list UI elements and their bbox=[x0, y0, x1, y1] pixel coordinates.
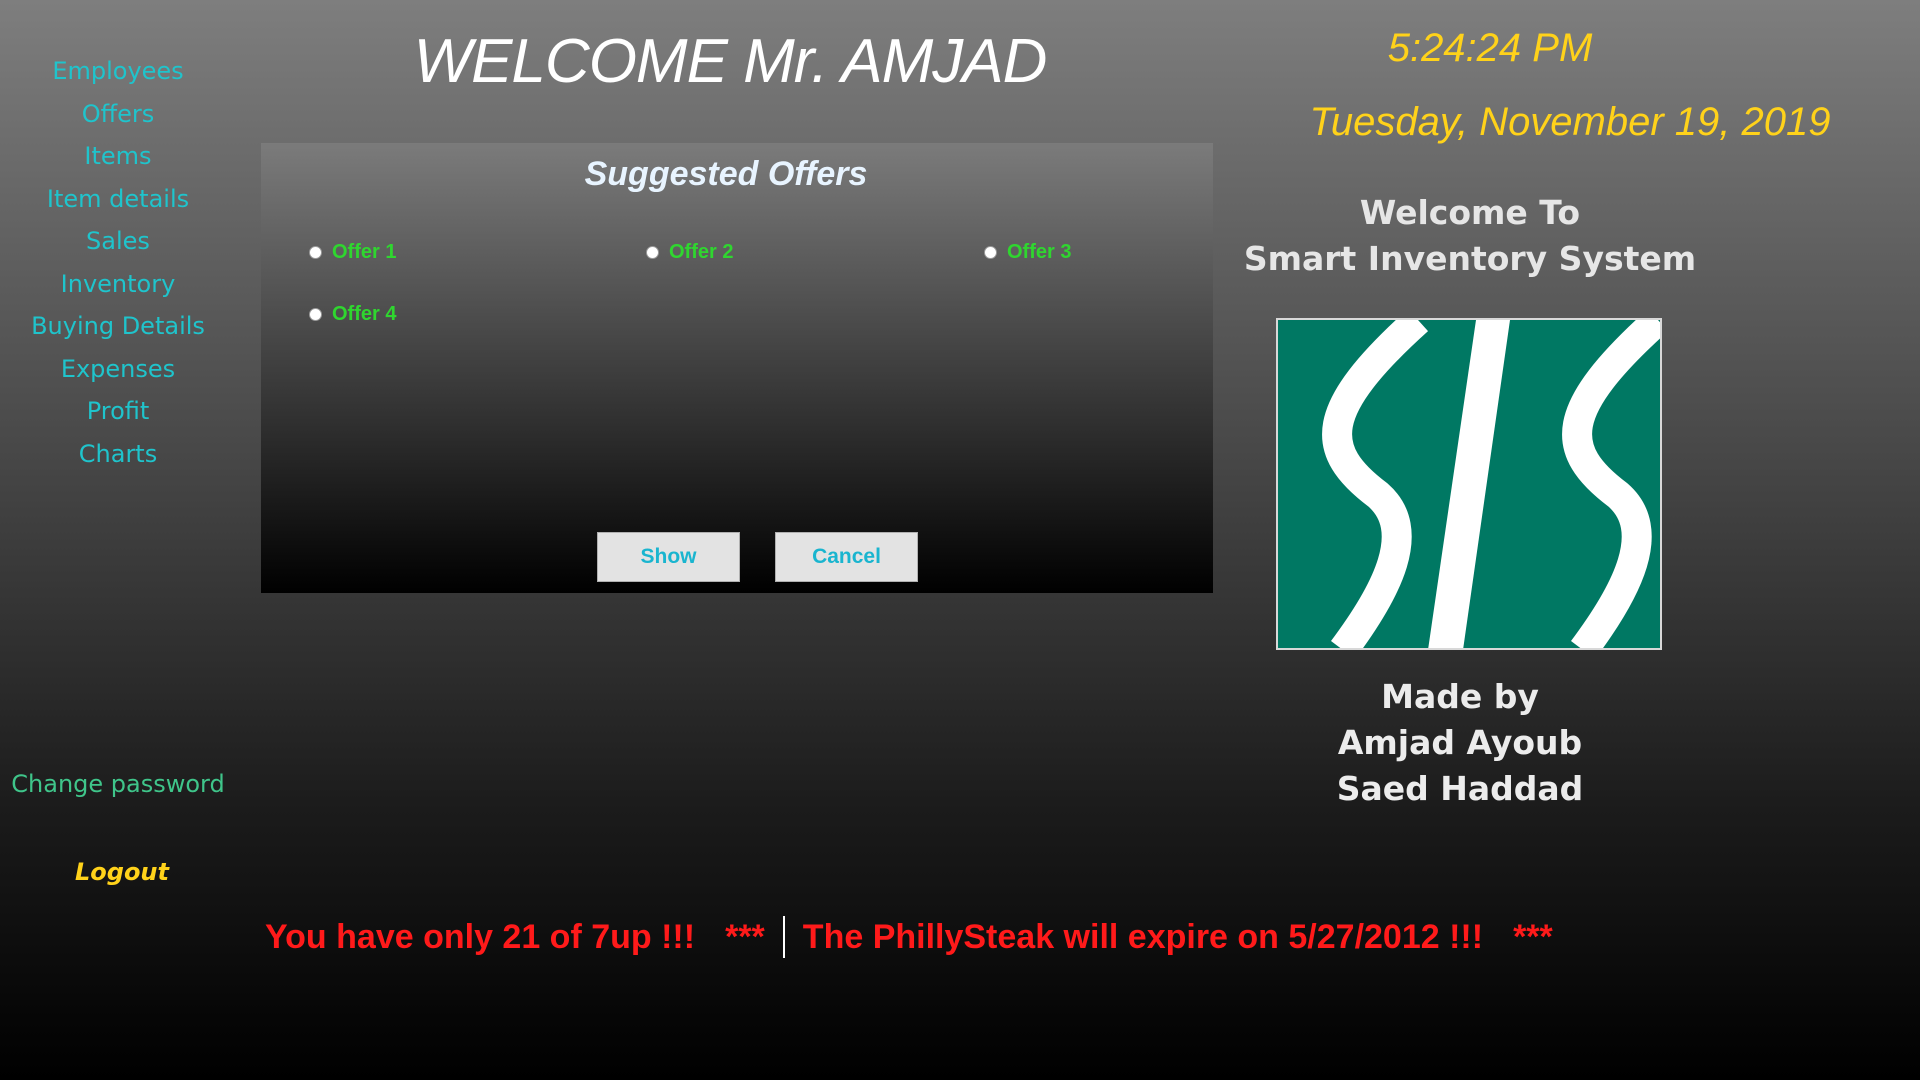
nav-profit[interactable]: Profit bbox=[0, 390, 236, 433]
offer-3-label[interactable]: Offer 3 bbox=[1007, 241, 1071, 264]
alert-ticker: You have only 21 of 7up !!! *** The Phil… bbox=[265, 914, 1553, 960]
ticker-stars-1: *** bbox=[725, 917, 765, 956]
nav-sales[interactable]: Sales bbox=[0, 220, 236, 263]
offer-1-radio[interactable]: Offer 1 bbox=[309, 241, 396, 264]
offer-2-label[interactable]: Offer 2 bbox=[669, 241, 733, 264]
ticker-stars-2: *** bbox=[1513, 917, 1553, 956]
nav-charts[interactable]: Charts bbox=[0, 433, 236, 476]
nav-offers[interactable]: Offers bbox=[0, 93, 236, 136]
change-password-link[interactable]: Change password bbox=[0, 770, 236, 798]
cancel-button[interactable]: Cancel bbox=[775, 532, 918, 582]
ticker-divider bbox=[782, 916, 785, 958]
nav-items[interactable]: Items bbox=[0, 135, 236, 178]
radio-icon[interactable] bbox=[984, 246, 997, 259]
clock-time: 5:24:24 PM bbox=[1387, 26, 1593, 70]
welcome-title: WELCOME Mr. AMJAD bbox=[413, 27, 1048, 96]
nav-buying-details[interactable]: Buying Details bbox=[0, 305, 236, 348]
sis-logo bbox=[1276, 318, 1662, 650]
nav-item-details[interactable]: Item details bbox=[0, 178, 236, 221]
ticker-message-2: The PhillySteak will expire on 5/27/2012… bbox=[802, 917, 1484, 956]
system-welcome-line1: Welcome To bbox=[1359, 193, 1581, 232]
offer-2-radio[interactable]: Offer 2 bbox=[646, 241, 733, 264]
logout-link[interactable]: Logout bbox=[0, 858, 244, 886]
author-2: Saed Haddad bbox=[1336, 769, 1584, 808]
clock-date: Tuesday, November 19, 2019 bbox=[1309, 100, 1831, 144]
made-by-label: Made by bbox=[1381, 677, 1539, 716]
offer-3-radio[interactable]: Offer 3 bbox=[984, 241, 1071, 264]
radio-icon[interactable] bbox=[309, 246, 322, 259]
credits: Made by Amjad Ayoub Saed Haddad bbox=[1240, 674, 1680, 812]
radio-icon[interactable] bbox=[646, 246, 659, 259]
show-button[interactable]: Show bbox=[597, 532, 740, 582]
sis-logo-icon bbox=[1322, 320, 1660, 648]
author-1: Amjad Ayoub bbox=[1337, 723, 1583, 762]
nav-inventory[interactable]: Inventory bbox=[0, 263, 236, 306]
radio-icon[interactable] bbox=[309, 308, 322, 321]
panel-title: Suggested Offers bbox=[584, 155, 868, 193]
sidebar-nav: Employees Offers Items Item details Sale… bbox=[0, 50, 236, 475]
system-welcome-line2: Smart Inventory System bbox=[1243, 239, 1697, 278]
nav-employees[interactable]: Employees bbox=[0, 50, 236, 93]
offer-4-radio[interactable]: Offer 4 bbox=[309, 303, 396, 326]
offer-1-label[interactable]: Offer 1 bbox=[332, 241, 396, 264]
suggested-offers-panel: Suggested Offers Offer 1 Offer 2 Offer 3… bbox=[261, 143, 1213, 593]
ticker-message-1: You have only 21 of 7up !!! bbox=[265, 917, 696, 956]
offer-4-label[interactable]: Offer 4 bbox=[332, 303, 396, 326]
system-welcome: Welcome To Smart Inventory System bbox=[1240, 190, 1700, 282]
nav-expenses[interactable]: Expenses bbox=[0, 348, 236, 391]
